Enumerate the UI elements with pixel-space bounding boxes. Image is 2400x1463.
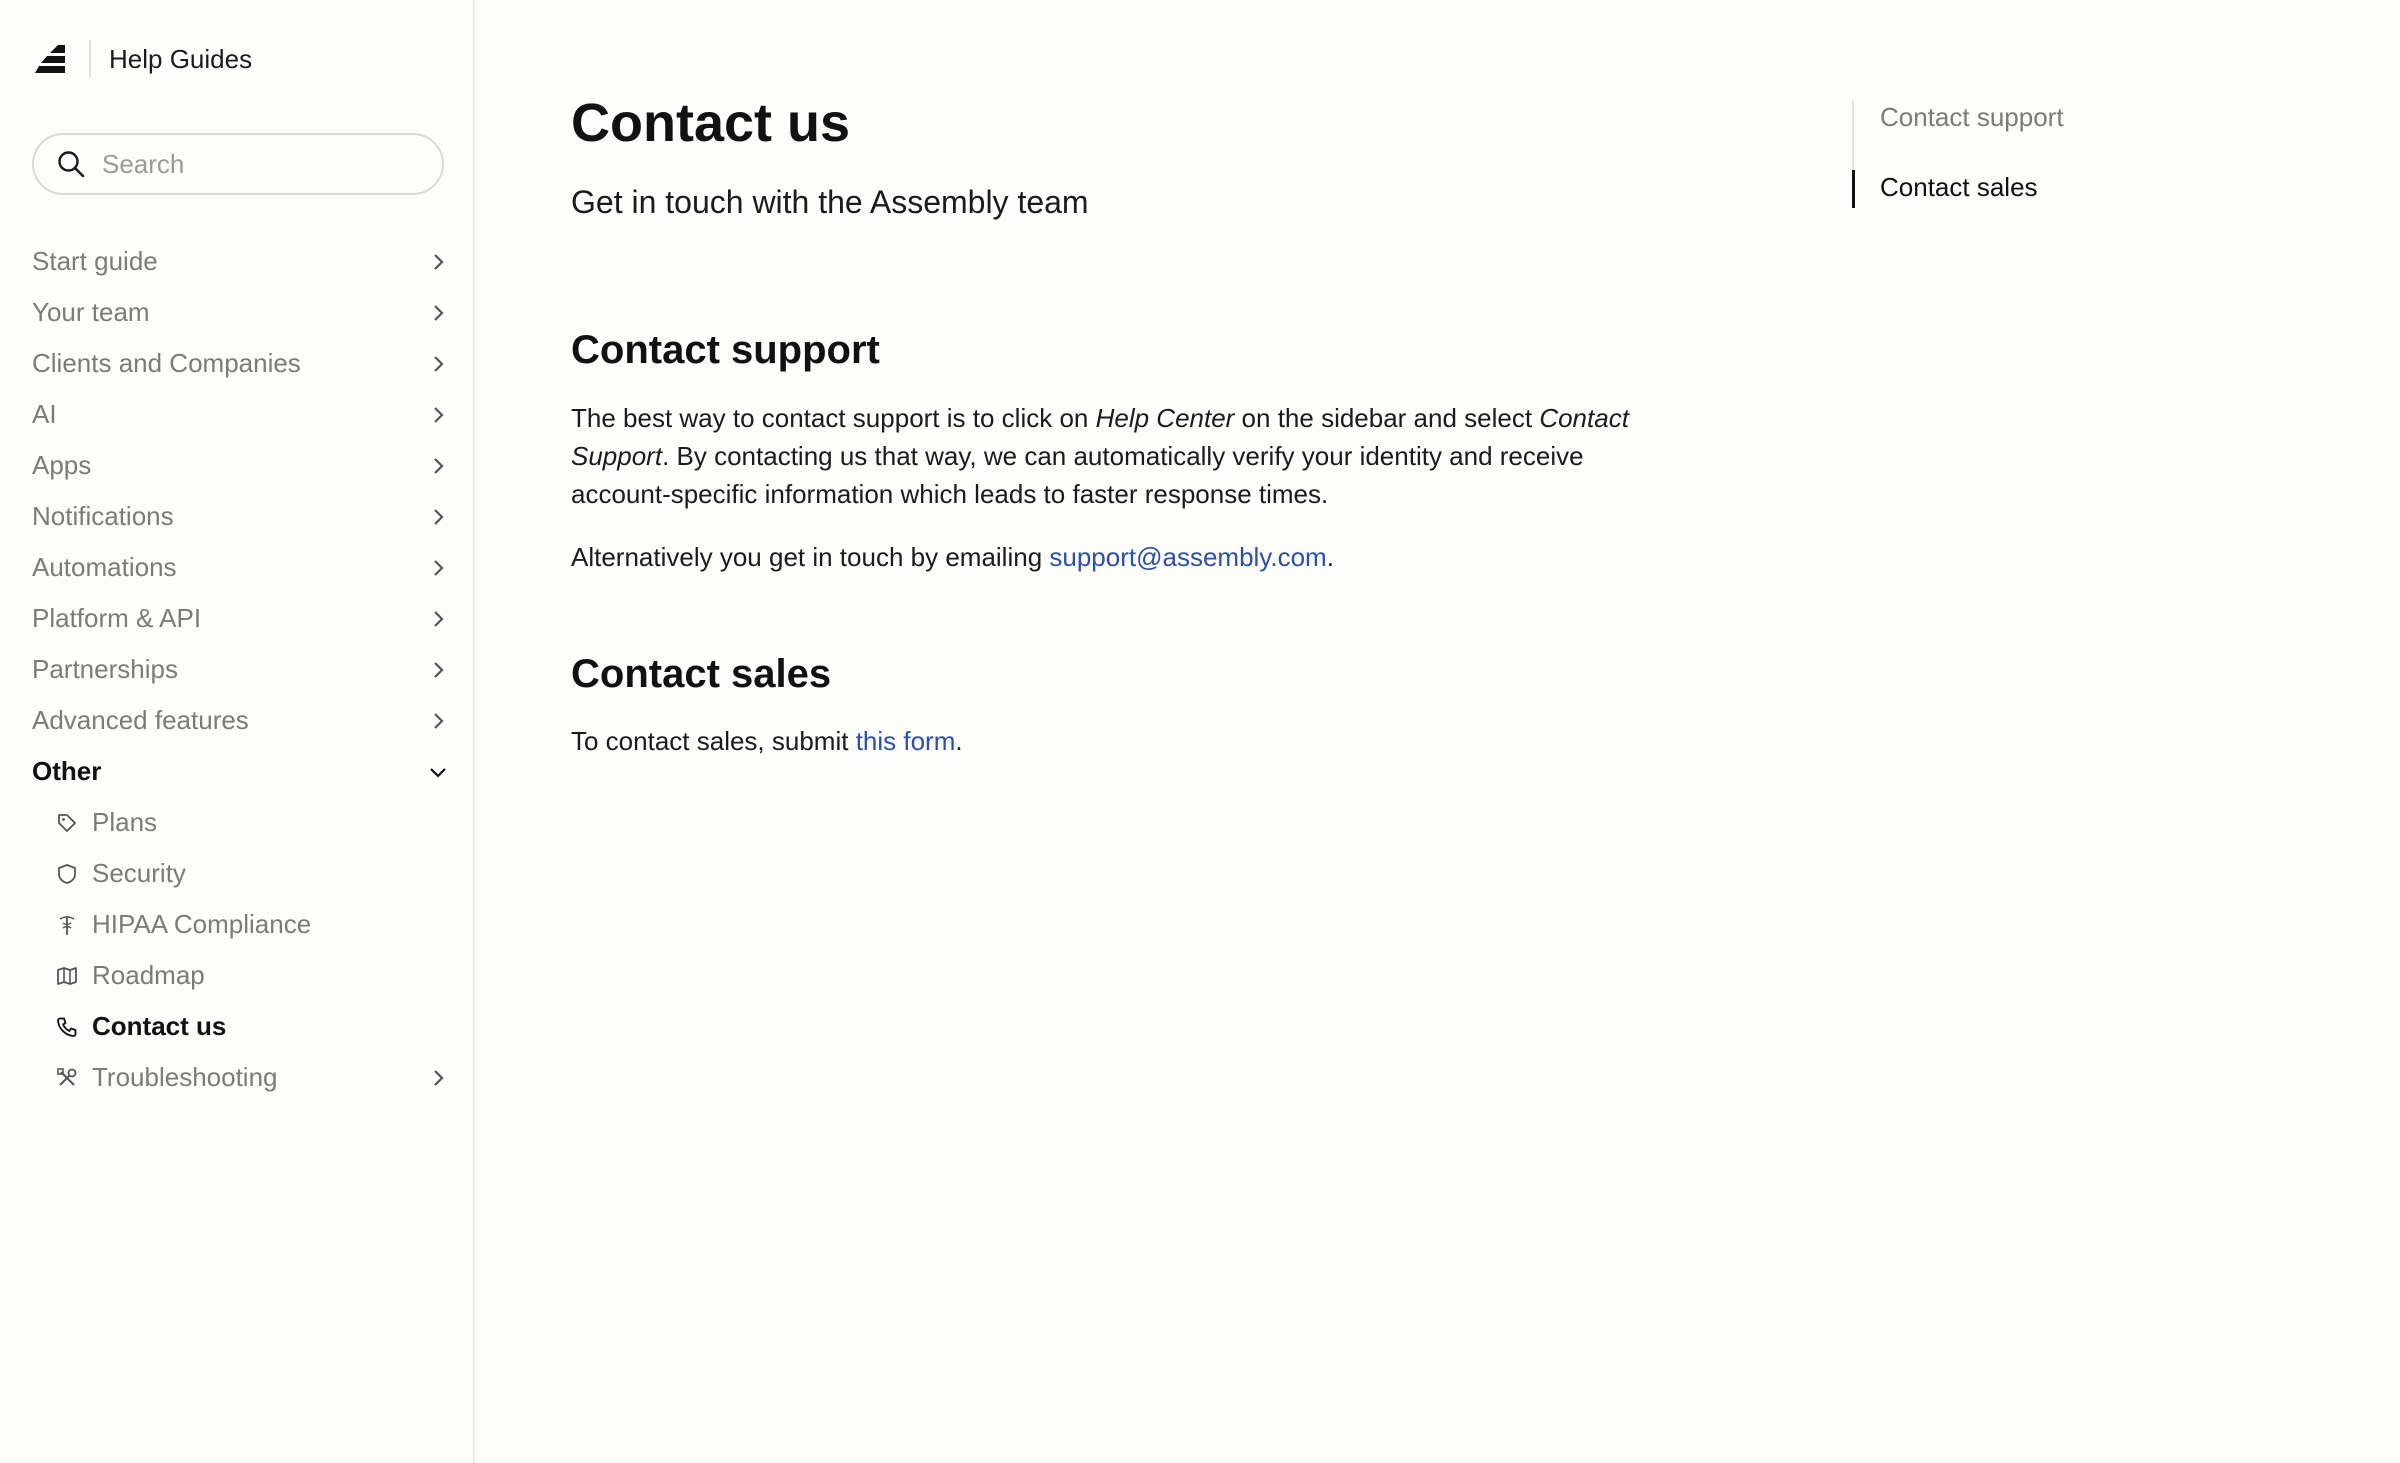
sidebar-subitem-label: Contact us xyxy=(92,1011,227,1041)
sidebar-item-advanced-features[interactable]: Advanced features xyxy=(32,695,452,746)
page-subtitle: Get in touch with the Assembly team xyxy=(571,184,1089,220)
sidebar-item-label: Notifications xyxy=(32,501,174,531)
sidebar-subitem-hipaa[interactable]: HIPAA Compliance xyxy=(56,899,452,950)
page-title: Contact us xyxy=(571,93,851,153)
toc-active-marker xyxy=(1852,170,1855,208)
toc-item-contact-sales[interactable]: Contact sales xyxy=(1880,172,2038,203)
brand-title: Help Guides xyxy=(109,43,253,74)
email-paragraph: Alternatively you get in touch by emaili… xyxy=(571,538,1681,576)
sidebar-subitem-security[interactable]: Security xyxy=(56,848,452,899)
brand[interactable]: Help Guides xyxy=(33,38,252,80)
text-span: on the sidebar and select xyxy=(1234,403,1540,433)
sidebar-other-submenu: Plans Security HIPAA Compliance Roadmap … xyxy=(32,797,452,1103)
caduceus-icon xyxy=(59,915,75,935)
chevron-right-icon xyxy=(434,508,444,525)
brand-divider xyxy=(89,40,91,78)
sidebar-subitem-contact-us[interactable]: Contact us xyxy=(56,1001,452,1052)
section-heading-contact-support: Contact support xyxy=(571,328,880,372)
sidebar-subitem-label: HIPAA Compliance xyxy=(92,909,312,939)
text-span: To contact sales, submit xyxy=(571,726,856,756)
sidebar-item-label: Clients and Companies xyxy=(32,348,301,378)
sidebar-subitem-label: Roadmap xyxy=(92,960,205,990)
toc-item-contact-support[interactable]: Contact support xyxy=(1880,102,2064,133)
text-span: . xyxy=(955,726,963,756)
sidebar-item-notifications[interactable]: Notifications xyxy=(32,491,452,542)
text-span: The best way to contact support is to cl… xyxy=(571,403,1096,433)
sidebar-subitem-label: Security xyxy=(92,858,186,888)
sidebar: Help Guides Start guide Your team Client… xyxy=(0,0,475,1463)
sidebar-item-label: Apps xyxy=(32,450,92,480)
sidebar-item-label: Start guide xyxy=(32,246,158,276)
sidebar-item-platform-api[interactable]: Platform & API xyxy=(32,593,452,644)
chevron-right-icon xyxy=(434,457,444,474)
sidebar-item-label: Advanced features xyxy=(32,705,249,735)
sidebar-subitem-plans[interactable]: Plans xyxy=(56,797,452,848)
contact-sales-paragraph: To contact sales, submit this form. xyxy=(571,722,1681,760)
sidebar-item-your-team[interactable]: Your team xyxy=(32,287,452,338)
chevron-right-icon xyxy=(434,661,444,678)
sidebar-item-label: Your team xyxy=(32,297,150,327)
sidebar-item-clients-companies[interactable]: Clients and Companies xyxy=(32,338,452,389)
tools-icon xyxy=(57,1067,77,1086)
sidebar-item-label: Other xyxy=(32,756,102,786)
contact-sales-form-link[interactable]: this form xyxy=(856,726,956,756)
chevron-right-icon xyxy=(434,1069,444,1086)
text-span: . By contacting us that way, we can auto… xyxy=(571,441,1584,509)
chevron-down-icon xyxy=(430,767,446,778)
sidebar-item-automations[interactable]: Automations xyxy=(32,542,452,593)
map-icon xyxy=(57,966,77,985)
sidebar-subitem-label: Plans xyxy=(92,807,158,837)
chevron-right-icon xyxy=(434,712,444,729)
sidebar-item-label: AI xyxy=(32,399,57,429)
text-span: . xyxy=(1326,542,1334,572)
chevron-right-icon xyxy=(434,610,444,627)
sidebar-nav: Start guide Your team Clients and Compan… xyxy=(32,236,452,1103)
section-heading-contact-sales: Contact sales xyxy=(571,652,832,696)
search-input[interactable] xyxy=(100,147,424,181)
sidebar-item-ai[interactable]: AI xyxy=(32,389,452,440)
chevron-right-icon xyxy=(434,559,444,576)
sidebar-item-partnerships[interactable]: Partnerships xyxy=(32,644,452,695)
sidebar-subitem-label: Troubleshooting xyxy=(92,1062,278,1092)
sidebar-item-label: Platform & API xyxy=(32,603,202,633)
phone-icon xyxy=(57,1017,77,1037)
contact-support-paragraph: The best way to contact support is to cl… xyxy=(571,399,1681,513)
sidebar-item-other[interactable]: Other xyxy=(32,746,452,797)
support-email-link[interactable]: support@assembly.com xyxy=(1049,542,1326,572)
chevron-right-icon xyxy=(434,355,444,372)
emphasis-help-center: Help Center xyxy=(1095,403,1235,433)
sidebar-item-apps[interactable]: Apps xyxy=(32,440,452,491)
text-span: Alternatively you get in touch by emaili… xyxy=(571,542,1050,572)
sidebar-item-label: Partnerships xyxy=(32,654,178,684)
shield-icon xyxy=(58,863,76,884)
chevron-right-icon xyxy=(434,304,444,321)
search-icon xyxy=(58,151,85,178)
chevron-right-icon xyxy=(434,406,444,423)
sidebar-subitem-roadmap[interactable]: Roadmap xyxy=(56,950,452,1001)
sidebar-item-label: Automations xyxy=(32,552,177,582)
assembly-logo-icon xyxy=(35,45,65,73)
search-box[interactable] xyxy=(32,133,444,195)
sidebar-subitem-troubleshooting[interactable]: Troubleshooting xyxy=(56,1052,452,1103)
sidebar-item-start-guide[interactable]: Start guide xyxy=(32,236,452,287)
tag-icon xyxy=(58,813,76,832)
chevron-right-icon xyxy=(434,253,444,270)
